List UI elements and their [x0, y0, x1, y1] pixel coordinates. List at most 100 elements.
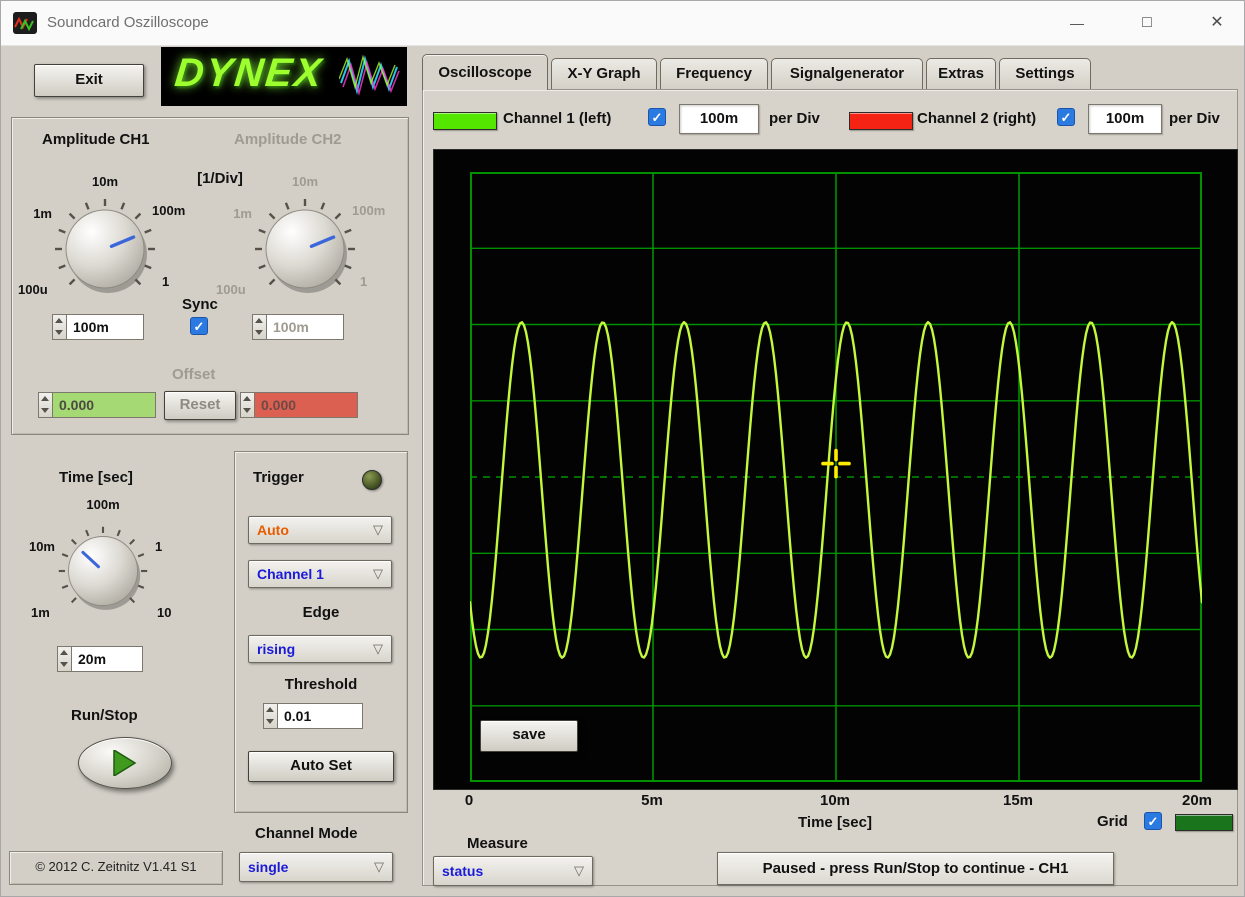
spinner-down-icon[interactable]: [58, 659, 71, 671]
measure-label: Measure: [467, 835, 528, 852]
time-value[interactable]: 20m: [71, 646, 143, 672]
check-icon: ✓: [1148, 814, 1159, 829]
threshold-label: Threshold: [285, 676, 358, 693]
ch2-offset-spinner[interactable]: 0.000: [240, 392, 358, 418]
ch2-enable-checkbox[interactable]: ✓: [1057, 108, 1075, 126]
time-knob[interactable]: [57, 525, 149, 617]
check-icon: ✓: [194, 319, 205, 334]
knob-scale-label: 1: [155, 539, 162, 554]
knob-scale-label: 100u: [18, 282, 48, 297]
status-message: Paused - press Run/Stop to continue - CH…: [717, 852, 1114, 885]
trigger-edge-dropdown[interactable]: rising ▽: [248, 635, 392, 663]
logo-waveform-icon: [339, 53, 403, 106]
grid-checkbox[interactable]: ✓: [1144, 812, 1162, 830]
spinner-up-icon[interactable]: [39, 393, 52, 405]
tab-extras[interactable]: Extras: [926, 58, 996, 89]
check-icon: ✓: [1061, 110, 1072, 125]
knob-scale-label: 10m: [92, 174, 118, 189]
ch1-offset-value[interactable]: 0.000: [52, 392, 156, 418]
ch2-amplitude-spinner[interactable]: 100m: [252, 314, 344, 340]
ch2-per-div-field[interactable]: 100m: [1088, 104, 1162, 134]
chevron-down-icon: ▽: [373, 641, 383, 657]
chevron-down-icon: ▽: [574, 863, 584, 879]
spinner-arrows[interactable]: [252, 314, 266, 340]
trigger-led: [362, 470, 382, 490]
close-icon[interactable]: ✕: [1194, 1, 1240, 45]
trigger-title: Trigger: [253, 469, 304, 486]
dynex-logo: DYNEX: [161, 47, 407, 106]
channel-mode-value: single: [248, 859, 288, 875]
tab-settings[interactable]: Settings: [999, 58, 1091, 89]
amplitude-ch2-title: Amplitude CH2: [234, 131, 342, 148]
measure-dropdown[interactable]: status ▽: [433, 856, 593, 886]
knob-scale-label: 100u: [216, 282, 246, 297]
ch1-amplitude-knob[interactable]: [53, 197, 157, 301]
spinner-down-icon[interactable]: [253, 327, 266, 339]
spinner-down-icon[interactable]: [53, 327, 66, 339]
threshold-value[interactable]: 0.01: [277, 703, 363, 729]
maximize-icon[interactable]: □: [1124, 1, 1170, 45]
knob-scale-label: 1m: [20, 206, 52, 221]
spinner-down-icon[interactable]: [39, 405, 52, 417]
spinner-arrows[interactable]: [52, 314, 66, 340]
oscilloscope-plot[interactable]: [470, 172, 1202, 782]
spinner-up-icon[interactable]: [253, 315, 266, 327]
sync-label: Sync: [182, 296, 218, 313]
spinner-arrows[interactable]: [263, 703, 277, 729]
spinner-up-icon[interactable]: [241, 393, 254, 405]
ch1-amplitude-spinner[interactable]: 100m: [52, 314, 144, 340]
ch1-enable-checkbox[interactable]: ✓: [648, 108, 666, 126]
tab-xy-graph[interactable]: X-Y Graph: [551, 58, 657, 89]
auto-set-button[interactable]: Auto Set: [248, 751, 394, 782]
trigger-mode-value: Auto: [257, 522, 289, 538]
tab-oscilloscope[interactable]: Oscilloscope: [422, 54, 548, 90]
ch2-amplitude-knob[interactable]: [253, 197, 357, 301]
x-axis-label: Time [sec]: [798, 814, 872, 831]
ch1-offset-spinner[interactable]: 0.000: [38, 392, 156, 418]
spinner-arrows[interactable]: [240, 392, 254, 418]
time-title: Time [sec]: [59, 469, 133, 486]
measure-value: status: [442, 863, 483, 879]
threshold-spinner[interactable]: 0.01: [263, 703, 363, 729]
trigger-mode-dropdown[interactable]: Auto ▽: [248, 516, 392, 544]
knob-scale-label: 10m: [9, 539, 55, 554]
spinner-up-icon[interactable]: [58, 647, 71, 659]
offset-label: Offset: [172, 366, 215, 383]
ch2-offset-value[interactable]: 0.000: [254, 392, 358, 418]
trigger-edge-value: rising: [257, 641, 295, 657]
spinner-up-icon[interactable]: [53, 315, 66, 327]
ch1-per-div-label: per Div: [769, 110, 820, 127]
channel-mode-dropdown[interactable]: single ▽: [239, 852, 393, 882]
chevron-down-icon: ▽: [373, 522, 383, 538]
channel-mode-label: Channel Mode: [255, 825, 358, 842]
time-spinner[interactable]: 20m: [57, 646, 143, 672]
ch1-per-div-field[interactable]: 100m: [679, 104, 759, 134]
spinner-up-icon[interactable]: [264, 704, 277, 716]
grid-label: Grid: [1097, 813, 1128, 830]
run-stop-button[interactable]: [78, 737, 172, 789]
sync-checkbox[interactable]: ✓: [190, 317, 208, 335]
ch1-amplitude-value[interactable]: 100m: [66, 314, 144, 340]
per-div-unit-label: [1/Div]: [197, 170, 243, 187]
trigger-source-dropdown[interactable]: Channel 1 ▽: [248, 560, 392, 588]
amplitude-ch1-title: Amplitude CH1: [42, 131, 150, 148]
trigger-panel: Trigger Auto ▽ Channel 1 ▽ Edge rising ▽…: [234, 451, 408, 813]
ch1-label: Channel 1 (left): [503, 110, 611, 127]
run-stop-label: Run/Stop: [71, 707, 138, 724]
ch2-amplitude-value[interactable]: 100m: [266, 314, 344, 340]
knob-scale-label: 100m: [86, 497, 119, 512]
exit-button[interactable]: Exit: [34, 64, 144, 97]
ch2-label: Channel 2 (right): [917, 110, 1036, 127]
spinner-arrows[interactable]: [38, 392, 52, 418]
save-button[interactable]: save: [480, 720, 578, 752]
offset-reset-button[interactable]: Reset: [164, 391, 236, 420]
oscilloscope-display: save: [433, 149, 1238, 790]
spinner-down-icon[interactable]: [241, 405, 254, 417]
spinner-down-icon[interactable]: [264, 716, 277, 728]
spinner-arrows[interactable]: [57, 646, 71, 672]
edge-label: Edge: [303, 604, 340, 621]
tab-signalgenerator[interactable]: Signalgenerator: [771, 58, 923, 89]
minimize-icon[interactable]: —: [1054, 1, 1100, 45]
copyright-text: © 2012 C. Zeitnitz V1.41 S1: [9, 851, 223, 885]
tab-frequency[interactable]: Frequency: [660, 58, 768, 89]
